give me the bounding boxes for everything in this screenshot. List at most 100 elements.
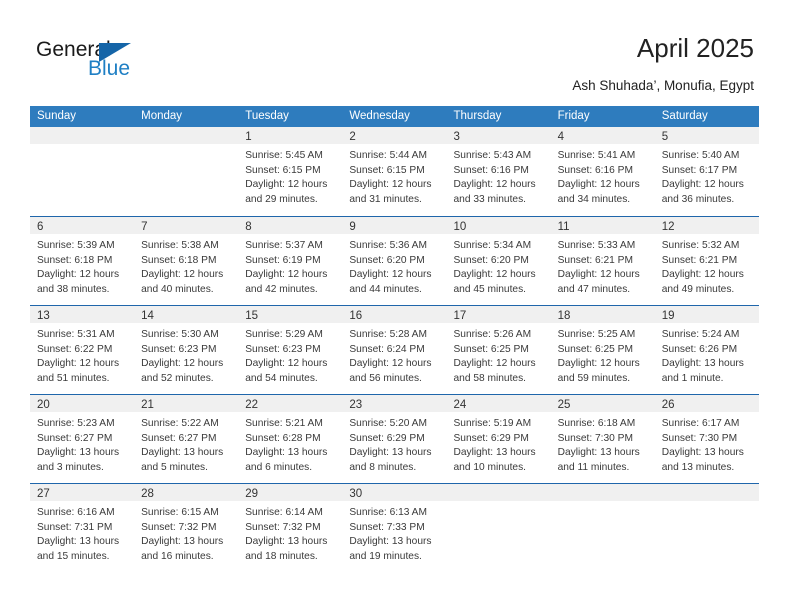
sunrise-text: Sunrise: 5:31 AM (37, 329, 115, 340)
calendar-day-cell[interactable]: 2 Sunrise: 5:44 AM Sunset: 6:15 PM Daylight… (342, 127, 447, 216)
calendar-day-cell[interactable]: 21 Sunrise: 5:22 AM Sunset: 6:27 PM Dayligh… (134, 395, 239, 483)
calendar-day-cell[interactable]: 4 Sunrise: 5:41 AM Sunset: 6:16 PM Daylight… (550, 127, 655, 216)
calendar-day-cell[interactable]: 8 Sunrise: 5:37 AM Sunset: 6:19 PM Daylight… (238, 217, 343, 305)
sunrise-text: Sunrise: 5:23 AM (37, 418, 115, 429)
weekday-header-sunday: Sunday (37, 110, 77, 122)
calendar-day-number-strip: 12 (654, 217, 759, 234)
calendar-day-number-strip: 25 (550, 395, 655, 412)
sunset-text: Sunset: 6:21 PM (557, 254, 633, 266)
calendar-day-number-strip: 26 (654, 395, 759, 412)
sunset-text: Sunset: 6:17 PM (661, 164, 738, 176)
calendar-week-row: 1 Sunrise: 5:45 AM Sunset: 6:15 PM Daylight… (30, 127, 759, 216)
calendar-day-cell[interactable]: 6 Sunrise: 5:39 AM Sunset: 6:18 PM Daylight… (30, 217, 135, 305)
calendar-day-number: 10 (453, 221, 467, 233)
calendar-day-details: Sunrise: 6:16 AM Sunset: 7:31 PM Daylight:… (30, 501, 134, 564)
calendar-day-details: Sunrise: 5:20 AM Sunset: 6:29 PM Daylight:… (342, 412, 446, 475)
general-blue-logo[interactable]: General Blue (36, 38, 151, 82)
calendar-day-details: Sunrise: 5:37 AM Sunset: 6:19 PM Daylight:… (238, 234, 342, 297)
calendar-day-details: Sunrise: 5:44 AM Sunset: 6:15 PM Daylight:… (342, 144, 446, 207)
calendar-day-details: Sunrise: 5:40 AM Sunset: 6:17 PM Daylight:… (655, 144, 759, 207)
calendar-day-cell[interactable]: 26 Sunrise: 6:17 AM Sunset: 7:30 PM Dayligh… (654, 395, 759, 483)
calendar-day-cell[interactable]: 1 Sunrise: 5:45 AM Sunset: 6:15 PM Daylight… (238, 127, 343, 216)
calendar-day-details: Sunrise: 5:43 AM Sunset: 6:16 PM Daylight:… (447, 144, 551, 207)
daylight-text: Daylight: 12 hours and 40 minutes. (141, 269, 224, 295)
calendar-weeks: 1 Sunrise: 5:45 AM Sunset: 6:15 PM Daylight… (30, 127, 759, 572)
calendar-day-number: 26 (661, 399, 675, 411)
calendar-day-number: 6 (37, 221, 44, 233)
calendar-day-cell[interactable]: 9 Sunrise: 5:36 AM Sunset: 6:20 PM Daylight… (342, 217, 447, 305)
sunrise-text: Sunrise: 6:17 AM (661, 418, 740, 429)
sunset-text: Sunset: 7:30 PM (557, 432, 633, 444)
calendar-day-number: 21 (141, 399, 154, 411)
calendar-day-details: Sunrise: 5:41 AM Sunset: 6:16 PM Daylight:… (551, 144, 655, 207)
calendar-day-cell[interactable]: 14 Sunrise: 5:30 AM Sunset: 6:23 PM Dayligh… (134, 306, 239, 394)
calendar-day-number: 17 (453, 310, 467, 322)
calendar-day-details: Sunrise: 5:31 AM Sunset: 6:22 PM Daylight:… (30, 323, 134, 386)
calendar-day-cell[interactable]: 27 Sunrise: 6:16 AM Sunset: 7:31 PM Dayligh… (30, 484, 135, 572)
daylight-text: Daylight: 12 hours and 33 minutes. (453, 179, 536, 205)
weekday-header-thursday: Thursday (453, 110, 502, 122)
calendar-day-number-strip: 29 (238, 484, 343, 501)
calendar-day-cell[interactable]: 15 Sunrise: 5:29 AM Sunset: 6:23 PM Dayligh… (238, 306, 343, 394)
sunrise-text: Sunrise: 5:44 AM (349, 150, 427, 161)
calendar-day-cell[interactable]: 20 Sunrise: 5:23 AM Sunset: 6:27 PM Dayligh… (30, 395, 135, 483)
calendar-day-details: Sunrise: 5:39 AM Sunset: 6:18 PM Daylight:… (30, 234, 134, 297)
calendar-day-number-strip: 6 (30, 217, 135, 234)
calendar-week-row: 13 Sunrise: 5:31 AM Sunset: 6:22 PM Dayligh… (30, 305, 759, 394)
sunset-text: Sunset: 6:19 PM (245, 254, 321, 266)
calendar-day-cell[interactable]: 23 Sunrise: 5:20 AM Sunset: 6:29 PM Dayligh… (342, 395, 447, 483)
daylight-text: Daylight: 12 hours and 36 minutes. (661, 179, 744, 205)
calendar-day-cell[interactable]: 18 Sunrise: 5:25 AM Sunset: 6:25 PM Dayligh… (550, 306, 655, 394)
calendar-day-cell[interactable]: 17 Sunrise: 5:26 AM Sunset: 6:25 PM Dayligh… (446, 306, 551, 394)
calendar-day-cell[interactable]: 12 Sunrise: 5:32 AM Sunset: 6:21 PM Dayligh… (654, 217, 759, 305)
calendar-day-details: Sunrise: 6:17 AM Sunset: 7:30 PM Daylight:… (655, 412, 759, 475)
calendar-day-number: 16 (349, 310, 363, 322)
calendar-day-details: Sunrise: 5:34 AM Sunset: 6:20 PM Daylight:… (447, 234, 551, 297)
calendar-day-cell[interactable]: 10 Sunrise: 5:34 AM Sunset: 6:20 PM Dayligh… (446, 217, 551, 305)
calendar-day-cell[interactable]: 29 Sunrise: 6:14 AM Sunset: 7:32 PM Dayligh… (238, 484, 343, 572)
sunset-text: Sunset: 6:28 PM (245, 432, 321, 444)
calendar-day-details: Sunrise: 5:26 AM Sunset: 6:25 PM Daylight:… (447, 323, 551, 386)
sunrise-text: Sunrise: 5:28 AM (349, 329, 427, 340)
calendar-day-cell[interactable]: 3 Sunrise: 5:43 AM Sunset: 6:16 PM Daylight… (446, 127, 551, 216)
calendar-day-number: 18 (557, 310, 571, 322)
daylight-text: Daylight: 13 hours and 11 minutes. (557, 447, 640, 473)
calendar-day-number-strip: 20 (30, 395, 135, 412)
calendar-day-number-strip: 27 (30, 484, 135, 501)
calendar-day-cell[interactable]: 5 Sunrise: 5:40 AM Sunset: 6:17 PM Daylight… (654, 127, 759, 216)
calendar-day-cell[interactable]: 19 Sunrise: 5:24 AM Sunset: 6:26 PM Dayligh… (654, 306, 759, 394)
calendar-day-number-strip: 5 (654, 127, 759, 144)
calendar-day-cell[interactable]: 28 Sunrise: 6:15 AM Sunset: 7:32 PM Dayligh… (134, 484, 239, 572)
calendar-day-number-strip: 24 (446, 395, 551, 412)
calendar-day-number-strip: 23 (342, 395, 447, 412)
sunrise-text: Sunrise: 5:34 AM (453, 240, 532, 251)
daylight-text: Daylight: 12 hours and 52 minutes. (141, 358, 224, 384)
sunset-text: Sunset: 6:27 PM (37, 432, 113, 444)
sunrise-text: Sunrise: 5:20 AM (349, 418, 427, 429)
daylight-text: Daylight: 13 hours and 15 minutes. (37, 536, 120, 562)
calendar-day-cell[interactable]: 7 Sunrise: 5:38 AM Sunset: 6:18 PM Daylight… (134, 217, 239, 305)
sunset-text: Sunset: 6:16 PM (557, 164, 633, 176)
calendar-day-cell[interactable]: 13 Sunrise: 5:31 AM Sunset: 6:22 PM Dayligh… (30, 306, 135, 394)
calendar-day-number-strip: 19 (654, 306, 759, 323)
calendar-day-details: Sunrise: 6:14 AM Sunset: 7:32 PM Daylight:… (238, 501, 342, 564)
sunset-text: Sunset: 6:29 PM (349, 432, 425, 444)
calendar-day-cell[interactable]: 11 Sunrise: 5:33 AM Sunset: 6:21 PM Dayligh… (550, 217, 655, 305)
calendar-day-details: Sunrise: 5:30 AM Sunset: 6:23 PM Daylight:… (134, 323, 238, 386)
sunrise-text: Sunrise: 6:14 AM (245, 507, 323, 518)
calendar-day-cell[interactable]: 22 Sunrise: 5:21 AM Sunset: 6:28 PM Dayligh… (238, 395, 343, 483)
sunset-text: Sunset: 6:18 PM (37, 254, 113, 266)
calendar-day-cell[interactable]: 25 Sunrise: 6:18 AM Sunset: 7:30 PM Dayligh… (550, 395, 655, 483)
calendar-day-cell[interactable]: 30 Sunrise: 6:13 AM Sunset: 7:33 PM Dayligh… (342, 484, 447, 572)
calendar-day-cell[interactable]: 24 Sunrise: 5:19 AM Sunset: 6:29 PM Dayligh… (446, 395, 551, 483)
calendar-day-number: 27 (37, 488, 50, 500)
calendar-day-number-strip (446, 484, 551, 501)
sunset-text: Sunset: 6:23 PM (141, 343, 217, 355)
sunset-text: Sunset: 6:26 PM (661, 343, 738, 355)
calendar-day-number-strip: 9 (342, 217, 447, 234)
sunrise-text: Sunrise: 5:30 AM (141, 329, 219, 340)
calendar-day-cell[interactable]: 16 Sunrise: 5:28 AM Sunset: 6:24 PM Dayligh… (342, 306, 447, 394)
calendar-day-number-strip (654, 484, 759, 501)
daylight-text: Daylight: 12 hours and 34 minutes. (557, 179, 640, 205)
calendar-day-number: 11 (557, 221, 570, 233)
